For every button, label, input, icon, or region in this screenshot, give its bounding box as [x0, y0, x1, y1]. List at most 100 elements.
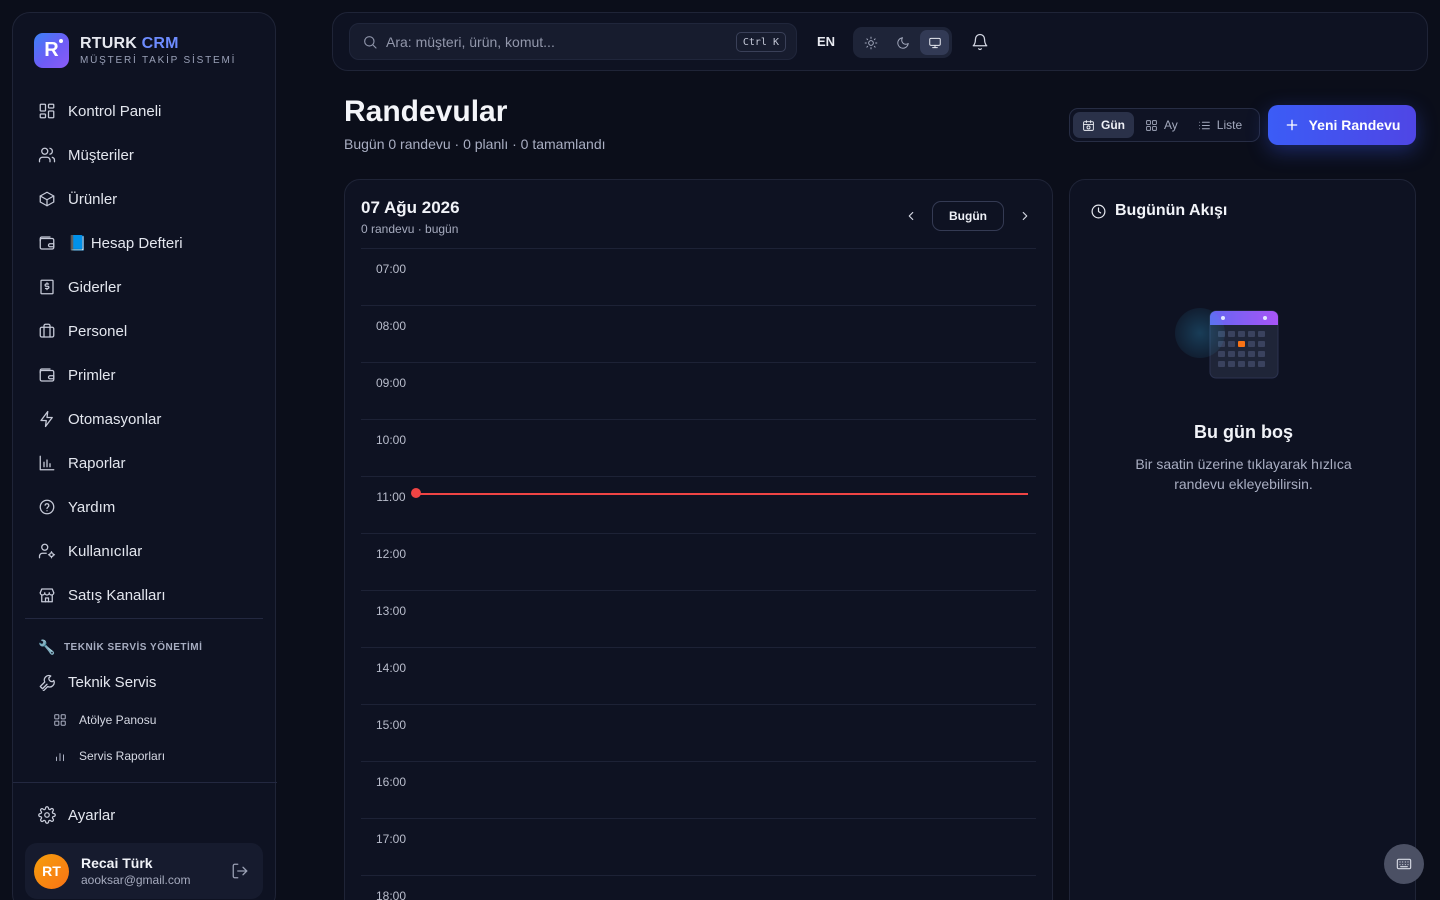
sidebar-item-label: Teknik Servis	[68, 673, 157, 691]
view-list-label: Liste	[1216, 118, 1243, 132]
sidebar-item-label: 📘 Hesap Defteri	[68, 235, 183, 252]
plus-icon	[1284, 117, 1300, 133]
time-slot[interactable]: 12:00	[361, 533, 1036, 590]
monitor-icon[interactable]	[920, 30, 949, 55]
sidebar-subitem-servis-raporlari[interactable]: Servis Raporları	[53, 749, 165, 763]
section-title-label: TEKNİK SERVİS YÖNETİMİ	[63, 642, 203, 653]
time-slot[interactable]: 09:00	[361, 362, 1036, 419]
keyboard-shortcuts-button[interactable]	[1384, 844, 1424, 884]
user-card[interactable]: RT Recai Türk aooksar@gmail.com	[25, 843, 263, 899]
current-time-line	[416, 493, 1028, 495]
sidebar-subitem-atolye-panosu[interactable]: Atölye Panosu	[53, 713, 156, 727]
sidebar-item-primler[interactable]: Primler	[25, 353, 265, 397]
sidebar-item-ayarlar[interactable]: Ayarlar	[25, 793, 265, 837]
time-slot[interactable]: 18:00	[361, 875, 1036, 900]
sun-icon[interactable]	[856, 30, 885, 55]
sidebar-item-label: Ürünler	[68, 190, 118, 208]
time-slot[interactable]: 11:00	[361, 476, 1036, 533]
package-icon	[38, 190, 56, 208]
sidebar: R RTURK CRM MÜŞTERİ TAKİP SİSTEMİ Kontro…	[12, 12, 277, 900]
view-day-label: Gün	[1101, 118, 1125, 132]
page-title: Randevular	[344, 95, 508, 128]
bar-chart-icon	[53, 749, 67, 763]
time-slot[interactable]: 17:00	[361, 818, 1036, 875]
today-button[interactable]: Bugün	[932, 201, 1004, 231]
search-icon	[362, 34, 378, 50]
time-slot[interactable]: 08:00	[361, 305, 1036, 362]
page-subtitle: Bugün 0 randevu · 0 planlı · 0 tamamland…	[344, 136, 606, 152]
sidebar-item-label: Otomasyonlar	[68, 410, 162, 428]
today-flow-panel: Bugünün Akışı Bu gün boş Bir saatin üzer…	[1069, 179, 1416, 900]
brand[interactable]: R RTURK CRM MÜŞTERİ TAKİP SİSTEMİ	[34, 33, 236, 68]
sidebar-item-label: Raporlar	[68, 454, 126, 472]
sidebar-item-musteriler[interactable]: Müşteriler	[25, 133, 265, 177]
sidebar-item-label: Satış Kanalları	[68, 586, 166, 604]
sidebar-item-urunler[interactable]: Ürünler	[25, 177, 265, 221]
new-appointment-button[interactable]: Yeni Randevu	[1268, 105, 1416, 145]
sidebar-item-label: Müşteriler	[68, 146, 134, 164]
sidebar-item-hesap-defteri[interactable]: 📘 Hesap Defteri	[25, 221, 265, 265]
sidebar-item-personel[interactable]: Personel	[25, 309, 265, 353]
language-toggle[interactable]: EN	[817, 34, 835, 49]
zap-icon	[38, 410, 56, 428]
view-list-button[interactable]: Liste	[1189, 112, 1251, 138]
chevron-right-icon[interactable]	[1014, 205, 1036, 227]
sidebar-item-satis-kanallari[interactable]: Satış Kanalları	[25, 573, 265, 617]
flow-title-label: Bugünün Akışı	[1115, 202, 1228, 219]
time-slot[interactable]: 16:00	[361, 761, 1036, 818]
time-label: 07:00	[375, 262, 407, 276]
sidebar-item-label: Ayarlar	[68, 806, 116, 824]
brand-subtitle: MÜŞTERİ TAKİP SİSTEMİ	[80, 55, 237, 66]
view-month-button[interactable]: Ay	[1136, 112, 1187, 138]
view-day-button[interactable]: Gün	[1073, 112, 1134, 138]
sidebar-item-kontrol-paneli[interactable]: Kontrol Paneli	[25, 89, 265, 133]
day-calendar: 07 Ağu 2026 0 randevu · bugün Bugün 07:0…	[344, 179, 1053, 900]
sidebar-item-label: Yardım	[68, 498, 116, 516]
illustration-glow	[1175, 308, 1225, 358]
brand-text: RTURK CRM MÜŞTERİ TAKİP SİSTEMİ	[80, 35, 236, 66]
sidebar-item-raporlar[interactable]: Raporlar	[25, 441, 265, 485]
grid-icon	[53, 713, 67, 727]
time-label: 15:00	[375, 718, 407, 732]
chevron-left-icon[interactable]	[900, 205, 922, 227]
wallet-icon	[38, 234, 56, 252]
store-icon	[38, 586, 56, 604]
brand-name-primary: RTURK	[80, 35, 137, 52]
time-label: 10:00	[375, 433, 407, 447]
help-icon	[38, 498, 56, 516]
sidebar-divider	[13, 782, 277, 783]
section-title-teknik-servis: 🔧 TEKNİK SERVİS YÖNETİMİ	[38, 639, 202, 656]
sidebar-item-yardim[interactable]: Yardım	[25, 485, 265, 529]
gear-icon	[38, 806, 56, 824]
sidebar-nav: Kontrol Paneli Müşteriler Ürünler 📘 Hesa…	[25, 89, 265, 617]
list-icon	[1198, 119, 1217, 132]
calendar-nav: Bugün	[900, 201, 1036, 231]
sidebar-item-giderler[interactable]: Giderler	[25, 265, 265, 309]
users-icon	[38, 146, 56, 164]
time-slot[interactable]: 14:00	[361, 647, 1036, 704]
brand-name-accent: CRM	[141, 35, 179, 52]
calendar-clock-icon	[1082, 119, 1101, 132]
search-input[interactable]	[386, 33, 716, 50]
sidebar-item-otomasyonlar[interactable]: Otomasyonlar	[25, 397, 265, 441]
bell-icon[interactable]	[971, 33, 989, 51]
user-name: Recai Türk	[81, 855, 153, 871]
view-toggle: Gün Ay Liste	[1069, 108, 1260, 142]
view-month-label: Ay	[1164, 118, 1178, 132]
time-slot[interactable]: 13:00	[361, 590, 1036, 647]
time-label: 16:00	[375, 775, 407, 789]
sidebar-subitem-label: Atölye Panosu	[79, 713, 157, 727]
moon-icon[interactable]	[888, 30, 917, 55]
briefcase-icon	[38, 322, 56, 340]
time-label: 17:00	[375, 832, 407, 846]
brand-logo: R	[34, 33, 69, 68]
time-slot[interactable]: 10:00	[361, 419, 1036, 476]
time-slot[interactable]: 07:00	[361, 248, 1036, 305]
logout-icon[interactable]	[231, 862, 249, 880]
sidebar-item-teknik-servis[interactable]: Teknik Servis	[25, 660, 265, 704]
sidebar-subitem-label: Servis Raporları	[79, 749, 166, 763]
sidebar-divider	[25, 618, 263, 619]
time-slot[interactable]: 15:00	[361, 704, 1036, 761]
sidebar-item-kullanicilar[interactable]: Kullanıcılar	[25, 529, 265, 573]
search-box[interactable]: Ctrl K	[349, 23, 797, 60]
